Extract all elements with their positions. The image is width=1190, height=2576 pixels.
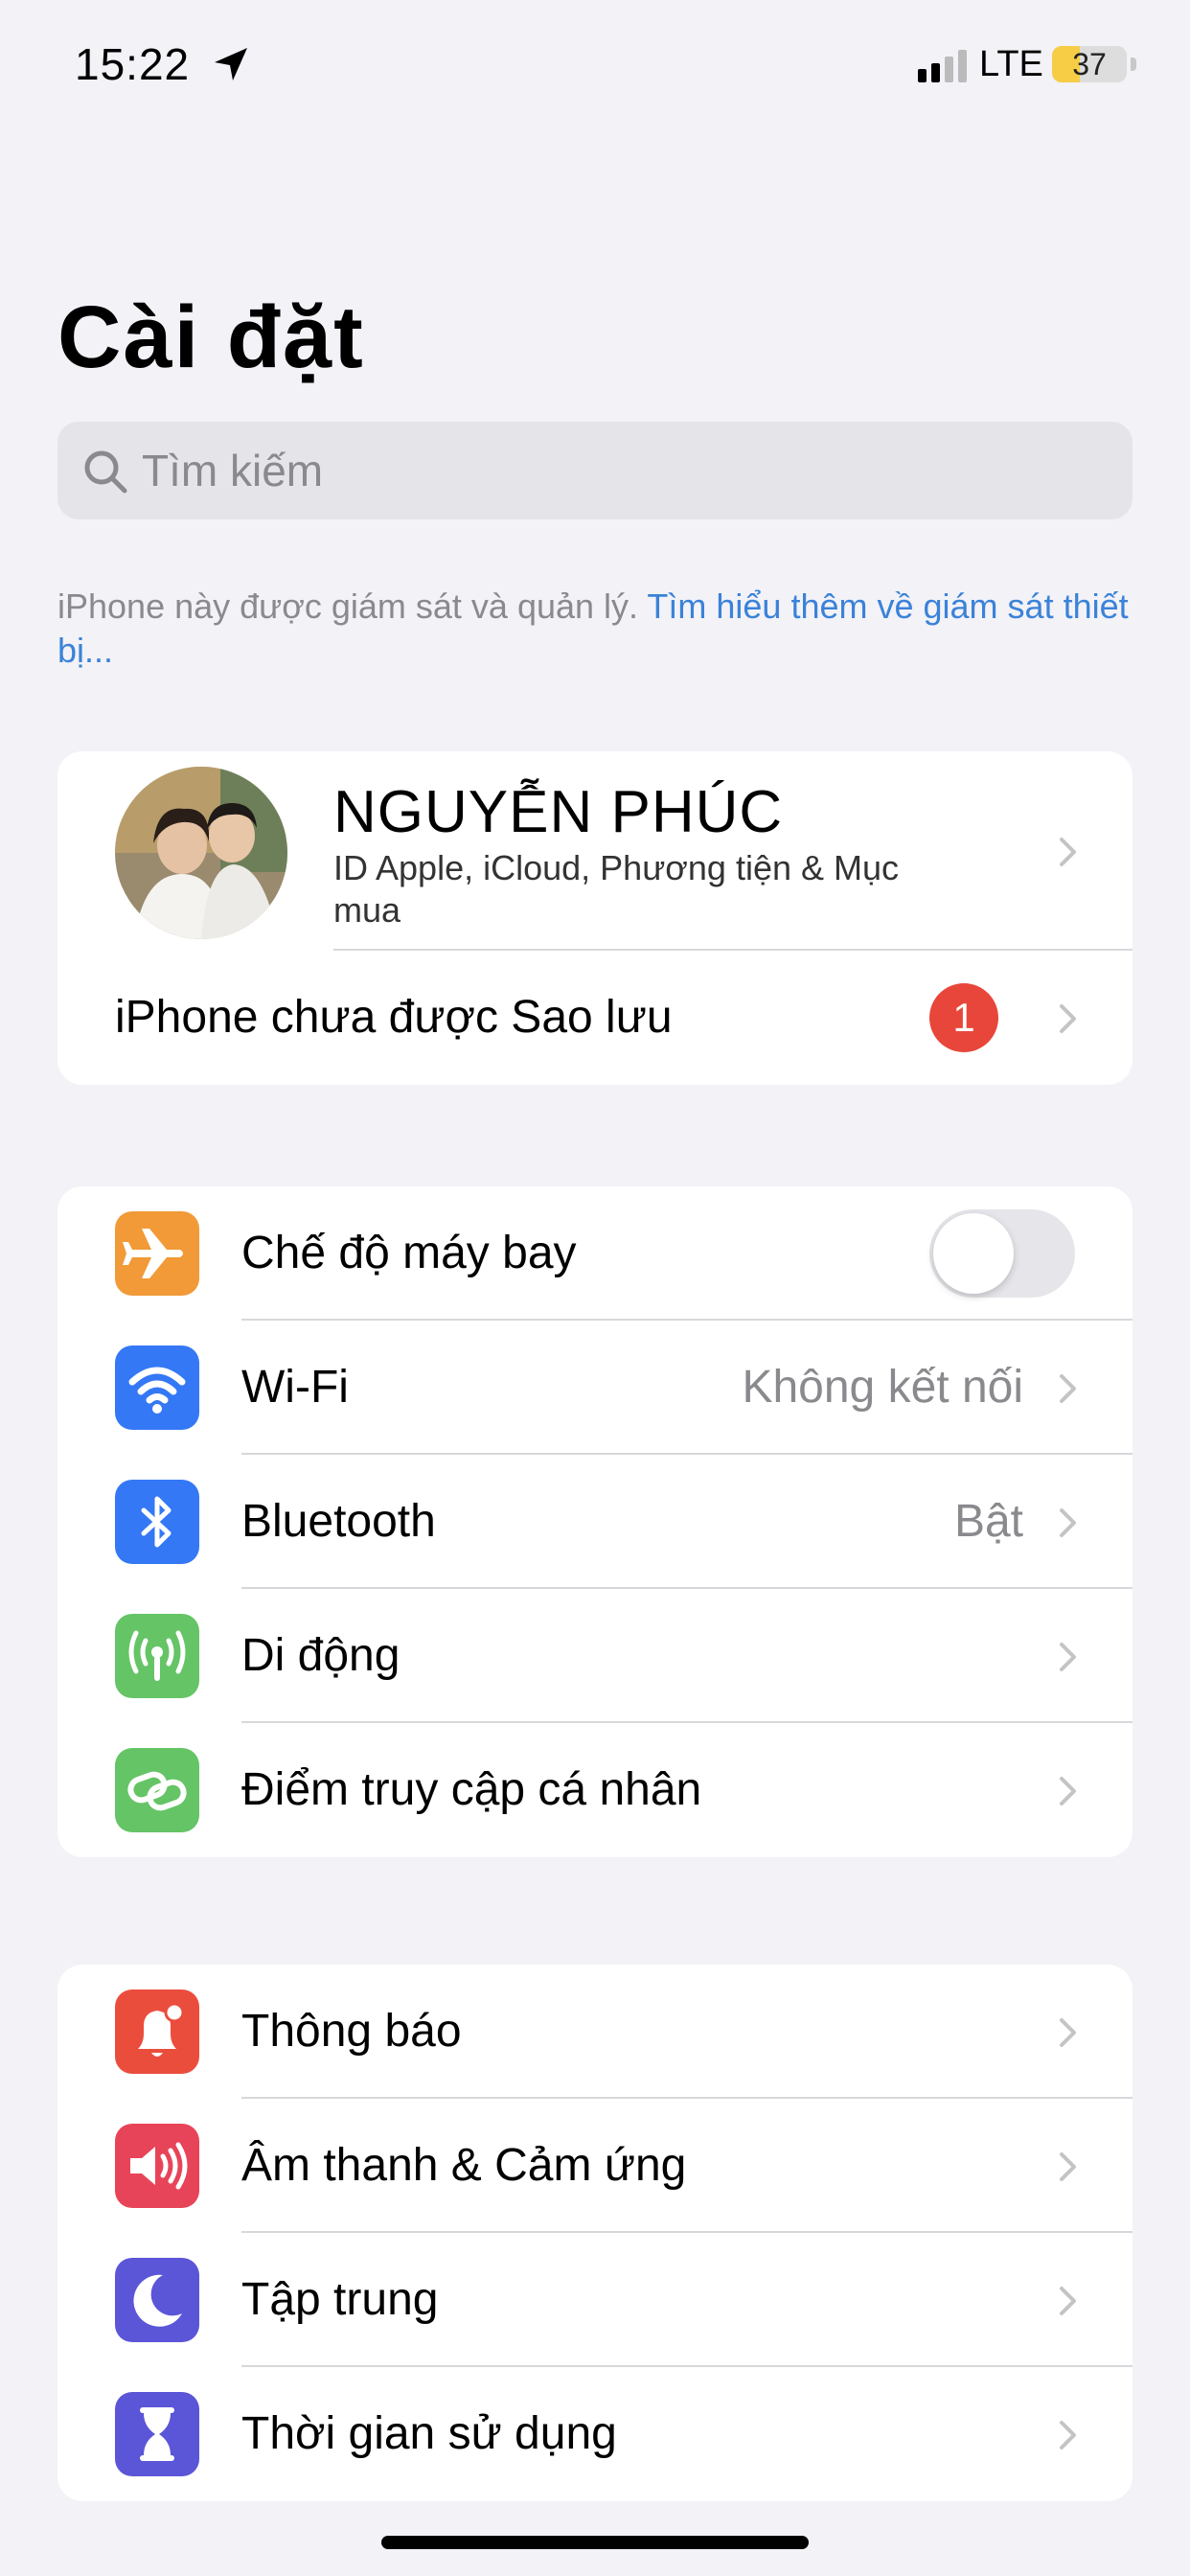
airplane-mode-toggle[interactable]	[929, 1209, 1075, 1298]
chevron-right-icon	[1060, 1777, 1076, 1806]
chevron-right-icon	[1060, 2287, 1076, 2315]
chevron-right-icon	[1060, 838, 1076, 866]
location-arrow-icon	[215, 48, 247, 80]
airplane-mode-row[interactable]: Chế độ máy bay	[57, 1186, 1133, 1321]
profile-name: NGUYỄN PHÚC	[333, 779, 784, 845]
apple-id-row[interactable]: NGUYỄN PHÚC ID Apple, iCloud, Phương tiệ…	[57, 751, 1133, 951]
search-bar[interactable]	[57, 422, 1133, 519]
backup-row[interactable]: iPhone chưa được Sao lưu 1	[57, 951, 1133, 1085]
notifications-label: Thông báo	[241, 2006, 462, 2057]
status-bar: 15:22 LTE 37	[0, 36, 1190, 94]
battery-icon: 37	[1052, 46, 1127, 82]
focus-label: Tập trung	[241, 2274, 439, 2325]
bluetooth-row[interactable]: Bluetooth Bật	[57, 1455, 1133, 1589]
status-time: 15:22	[75, 39, 191, 89]
battery-tip	[1131, 58, 1136, 71]
cellular-antenna-icon	[115, 1614, 199, 1698]
supervision-note: iPhone này được giám sát và quản lý. Tìm…	[57, 585, 1133, 673]
chevron-right-icon	[1060, 1374, 1076, 1403]
connectivity-group: Chế độ máy bay Wi-Fi Không kết nối Bluet…	[57, 1186, 1133, 1857]
sounds-label: Âm thanh & Cảm ứng	[241, 2140, 687, 2191]
settings-screen: 15:22 LTE 37 Cài đặt iPhone này được giá…	[0, 0, 1190, 2576]
avatar	[115, 767, 287, 939]
bell-icon	[115, 1990, 199, 2074]
chevron-right-icon	[1060, 1004, 1076, 1033]
bluetooth-icon	[115, 1480, 199, 1564]
cellular-row[interactable]: Di động	[57, 1589, 1133, 1723]
chevron-right-icon	[1060, 1508, 1076, 1537]
bluetooth-status: Bật	[953, 1496, 1023, 1547]
wifi-row[interactable]: Wi-Fi Không kết nối	[57, 1321, 1133, 1455]
screen-time-label: Thời gian sử dụng	[241, 2408, 617, 2459]
chevron-right-icon	[1060, 2421, 1076, 2450]
page-title: Cài đặt	[57, 288, 365, 386]
backup-label: iPhone chưa được Sao lưu	[115, 992, 673, 1043]
notifications-row[interactable]: Thông báo	[57, 1965, 1133, 2099]
system-group: Thông báo Âm thanh & Cảm ứng Tập trung T…	[57, 1965, 1133, 2501]
search-input[interactable]	[142, 422, 1100, 519]
airplane-mode-label: Chế độ máy bay	[241, 1228, 577, 1278]
hourglass-icon	[115, 2392, 199, 2476]
wifi-status: Không kết nối	[742, 1362, 1023, 1413]
chevron-right-icon	[1060, 1643, 1076, 1671]
focus-row[interactable]: Tập trung	[57, 2233, 1133, 2367]
speaker-icon	[115, 2124, 199, 2208]
screen-time-row[interactable]: Thời gian sử dụng	[57, 2367, 1133, 2501]
profile-subtitle: ID Apple, iCloud, Phương tiện & Mục mua	[333, 848, 900, 930]
hotspot-row[interactable]: Điểm truy cập cá nhân	[57, 1723, 1133, 1857]
supervision-text: iPhone này được giám sát và quản lý.	[57, 586, 648, 626]
chevron-right-icon	[1060, 2018, 1076, 2047]
profile-group: NGUYỄN PHÚC ID Apple, iCloud, Phương tiệ…	[57, 751, 1133, 1085]
wifi-icon	[115, 1346, 199, 1430]
bluetooth-label: Bluetooth	[241, 1496, 436, 1547]
backup-badge: 1	[929, 983, 998, 1052]
search-icon	[84, 450, 127, 494]
chevron-right-icon	[1060, 2152, 1076, 2181]
hotspot-label: Điểm truy cập cá nhân	[241, 1764, 702, 1815]
moon-icon	[115, 2258, 199, 2342]
battery-percent: 37	[1072, 47, 1107, 81]
network-type: LTE	[979, 44, 1043, 84]
toggle-knob	[933, 1213, 1014, 1294]
cellular-signal-icon	[918, 50, 967, 82]
wifi-label: Wi-Fi	[241, 1362, 349, 1413]
hotspot-link-icon	[115, 1748, 199, 1832]
sounds-row[interactable]: Âm thanh & Cảm ứng	[57, 2099, 1133, 2233]
home-indicator[interactable]	[381, 2536, 809, 2549]
cellular-label: Di động	[241, 1630, 400, 1681]
airplane-icon	[115, 1211, 199, 1296]
